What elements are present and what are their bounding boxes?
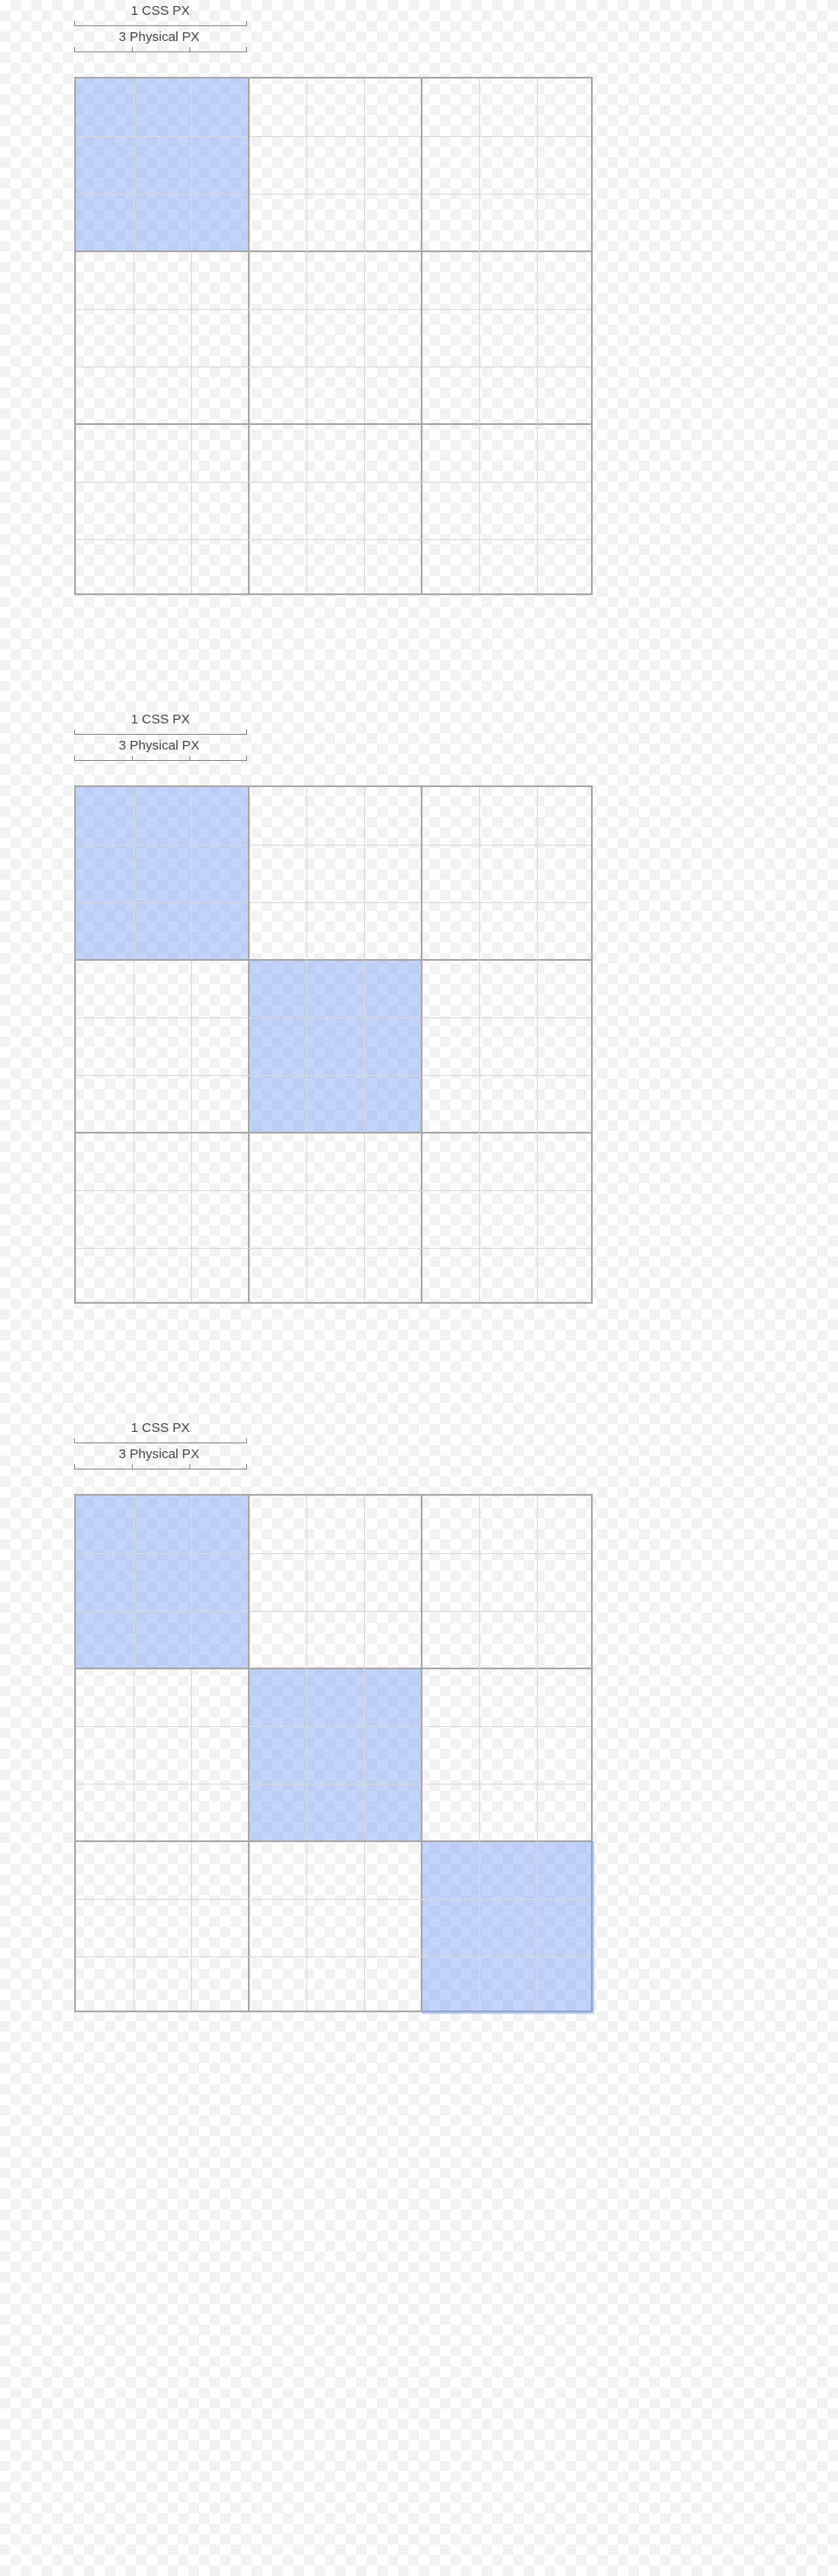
- physical-px-line-v: [364, 79, 365, 593]
- physical-px-tick: [189, 47, 190, 52]
- physical-px-line-v: [191, 787, 192, 1302]
- physical-px-line-v: [479, 787, 480, 1302]
- css-px-line-v: [248, 79, 250, 593]
- physical-px-bracket: 3 Physical PX: [0, 1452, 838, 1470]
- pixel-grid: [74, 77, 593, 595]
- highlighted-css-pixel: [76, 787, 249, 960]
- physical-px-line-h: [76, 539, 591, 540]
- pixel-ratio-diagram: 1 CSS PX 3 Physical PX: [0, 0, 838, 595]
- css-px-dimension-line: [74, 21, 247, 26]
- physical-px-line-h: [76, 1553, 591, 1554]
- physical-px-line-h: [76, 1190, 591, 1191]
- physical-px-line-v: [306, 787, 307, 1302]
- physical-px-label: 3 Physical PX: [119, 1447, 200, 1462]
- css-px-dimension-line: [74, 730, 247, 735]
- physical-px-tick: [189, 1464, 190, 1470]
- pixel-grid: [74, 785, 593, 1304]
- css-px-line-h: [76, 1132, 591, 1134]
- css-px-line-h: [76, 423, 591, 425]
- physical-px-line-h: [76, 1611, 591, 1612]
- physical-px-tick: [132, 47, 133, 52]
- highlighted-css-pixel: [76, 79, 249, 251]
- css-px-line-v: [248, 1496, 250, 2011]
- css-px-bracket: 1 CSS PX: [0, 1426, 838, 1443]
- highlighted-css-pixel: [422, 1841, 594, 2014]
- highlighted-css-pixel: [249, 960, 422, 1133]
- css-px-line-h: [76, 959, 591, 961]
- highlighted-css-pixel: [76, 1496, 249, 1668]
- highlighted-css-pixel: [249, 1668, 422, 1841]
- css-px-line-v: [421, 787, 422, 1302]
- css-px-label: 1 CSS PX: [131, 3, 190, 18]
- physical-px-line-h: [76, 902, 591, 903]
- physical-px-line-v: [191, 79, 192, 593]
- grid-border: [74, 1494, 593, 2012]
- css-px-line-v: [421, 1496, 422, 2011]
- grid-border: [74, 77, 593, 595]
- physical-px-line-h: [76, 1248, 591, 1249]
- physical-px-label: 3 Physical PX: [119, 738, 200, 753]
- physical-px-line-h: [76, 1899, 591, 1900]
- css-px-bracket: 1 CSS PX: [0, 717, 838, 735]
- physical-px-line-h: [76, 1784, 591, 1785]
- physical-px-bracket: 3 Physical PX: [0, 35, 838, 52]
- css-px-dimension-line: [74, 1438, 247, 1443]
- physical-px-line-v: [537, 79, 538, 593]
- physical-px-line-h: [76, 194, 591, 195]
- css-px-label: 1 CSS PX: [131, 1421, 190, 1435]
- physical-px-tick: [132, 756, 133, 761]
- physical-px-line-h: [76, 1017, 591, 1018]
- physical-px-line-h: [76, 1075, 591, 1076]
- physical-px-bracket: 3 Physical PX: [0, 743, 838, 761]
- pixel-ratio-diagram: 1 CSS PX 3 Physical PX: [0, 1417, 838, 2012]
- physical-px-dimension-line: [74, 47, 247, 52]
- physical-px-line-h: [76, 1956, 591, 1957]
- css-px-bracket: 1 CSS PX: [0, 9, 838, 26]
- physical-px-label: 3 Physical PX: [119, 30, 200, 45]
- css-px-line-h: [76, 250, 591, 252]
- physical-px-line-v: [306, 79, 307, 593]
- physical-px-dimension-line: [74, 1464, 247, 1470]
- css-px-line-h: [76, 1668, 591, 1669]
- physical-px-line-h: [76, 309, 591, 310]
- physical-px-line-v: [479, 79, 480, 593]
- physical-px-tick: [189, 756, 190, 761]
- pixel-grid: [74, 1494, 593, 2012]
- physical-px-line-v: [364, 787, 365, 1302]
- physical-px-line-v: [479, 1496, 480, 2011]
- grid-border: [74, 785, 593, 1304]
- physical-px-line-h: [76, 1726, 591, 1727]
- physical-px-line-h: [76, 845, 591, 846]
- physical-px-dimension-line: [74, 756, 247, 761]
- physical-px-line-v: [537, 1496, 538, 2011]
- css-px-line-v: [248, 787, 250, 1302]
- css-px-label: 1 CSS PX: [131, 712, 190, 727]
- physical-px-line-v: [306, 1496, 307, 2011]
- physical-px-tick: [132, 1464, 133, 1470]
- pixel-ratio-diagram: 1 CSS PX 3 Physical PX: [0, 709, 838, 1304]
- css-px-line-h: [76, 1840, 591, 1842]
- physical-px-line-h: [76, 482, 591, 483]
- physical-px-line-v: [537, 787, 538, 1302]
- physical-px-line-v: [191, 1496, 192, 2011]
- physical-px-line-h: [76, 136, 591, 137]
- css-px-line-v: [421, 79, 422, 593]
- physical-px-line-v: [364, 1496, 365, 2011]
